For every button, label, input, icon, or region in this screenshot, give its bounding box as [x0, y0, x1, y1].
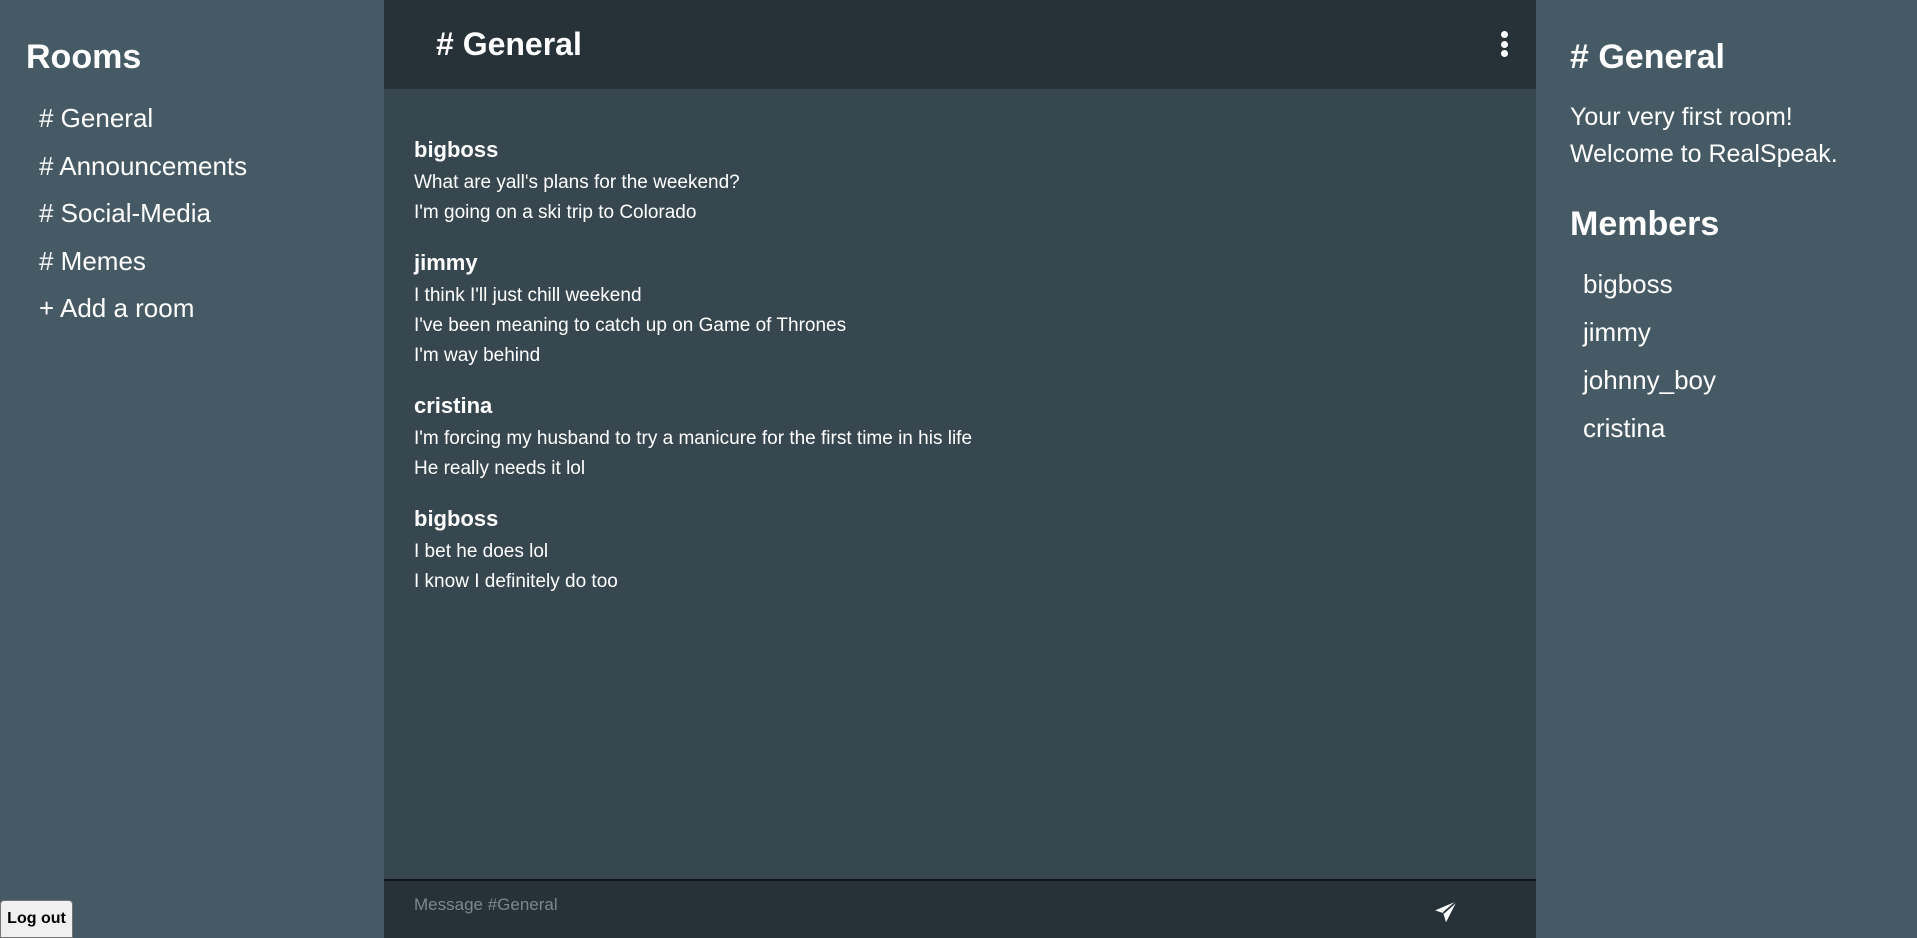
message-author: jimmy	[414, 250, 478, 275]
app: Rooms # General # Announcements # Social…	[0, 0, 1917, 938]
logout-button[interactable]: Log out	[0, 900, 73, 938]
room-item-social-media[interactable]: # Social-Media	[26, 190, 384, 238]
message-text: I'm going on a ski trip to Colorado	[414, 202, 697, 223]
send-icon[interactable]	[1433, 899, 1459, 925]
message-text: I've been meaning to catch up on Game of…	[414, 315, 847, 336]
members-title: Members	[1570, 205, 1720, 243]
chat-main: # General bigboss What are yall's plans …	[384, 0, 1536, 938]
rooms-title: Rooms	[26, 38, 142, 76]
room-item-general[interactable]: # General	[26, 95, 384, 143]
room-item-announcements[interactable]: # Announcements	[26, 143, 384, 191]
message-group: cristina I'm forcing my husband to try a…	[414, 393, 1014, 481]
room-description-line: Welcome to RealSpeak.	[1570, 140, 1838, 168]
chat-header: # General	[384, 0, 1536, 89]
message-text: I'm way behind	[414, 345, 541, 366]
member-item[interactable]: jimmy	[1570, 308, 1917, 356]
message-group: bigboss I bet he does lol I know I defin…	[414, 506, 1014, 594]
room-description-line: Your very first room!	[1570, 103, 1793, 131]
member-item[interactable]: cristina	[1570, 404, 1917, 452]
message-text: I bet he does lol	[414, 541, 549, 562]
room-description: Your very first room! Welcome to RealSpe…	[1570, 99, 1917, 173]
kebab-menu-icon[interactable]	[1498, 31, 1510, 57]
kebab-dot	[1500, 50, 1508, 57]
message-text: I think I'll just chill weekend	[414, 285, 642, 306]
message-list: bigboss What are yall's plans for the we…	[384, 89, 1536, 879]
member-item[interactable]: johnny_boy	[1570, 356, 1917, 404]
message-text: I know I definitely do too	[414, 571, 618, 592]
message-group: bigboss What are yall's plans for the we…	[414, 137, 1014, 225]
message-author: bigboss	[414, 137, 499, 162]
message-text: I'm forcing my husband to try a manicure…	[414, 428, 973, 449]
message-author: cristina	[414, 393, 493, 418]
room-item-memes[interactable]: # Memes	[26, 238, 384, 286]
channel-title: # General	[436, 26, 582, 62]
message-text: He really needs it lol	[414, 458, 586, 479]
room-info-title: # General	[1570, 38, 1725, 76]
message-group: jimmy I think I'll just chill weekend I'…	[414, 250, 1014, 368]
message-text: What are yall's plans for the weekend?	[414, 172, 740, 193]
message-input[interactable]	[414, 893, 1414, 917]
rooms-sidebar: Rooms # General # Announcements # Social…	[0, 0, 384, 938]
message-author: bigboss	[414, 506, 499, 531]
message-composer	[384, 879, 1536, 938]
room-info-sidebar: # General Your very first room! Welcome …	[1536, 0, 1917, 938]
kebab-dot	[1500, 40, 1508, 48]
kebab-dot	[1500, 31, 1508, 38]
member-item[interactable]: bigboss	[1570, 260, 1917, 308]
add-room-button[interactable]: + Add a room	[26, 285, 384, 333]
